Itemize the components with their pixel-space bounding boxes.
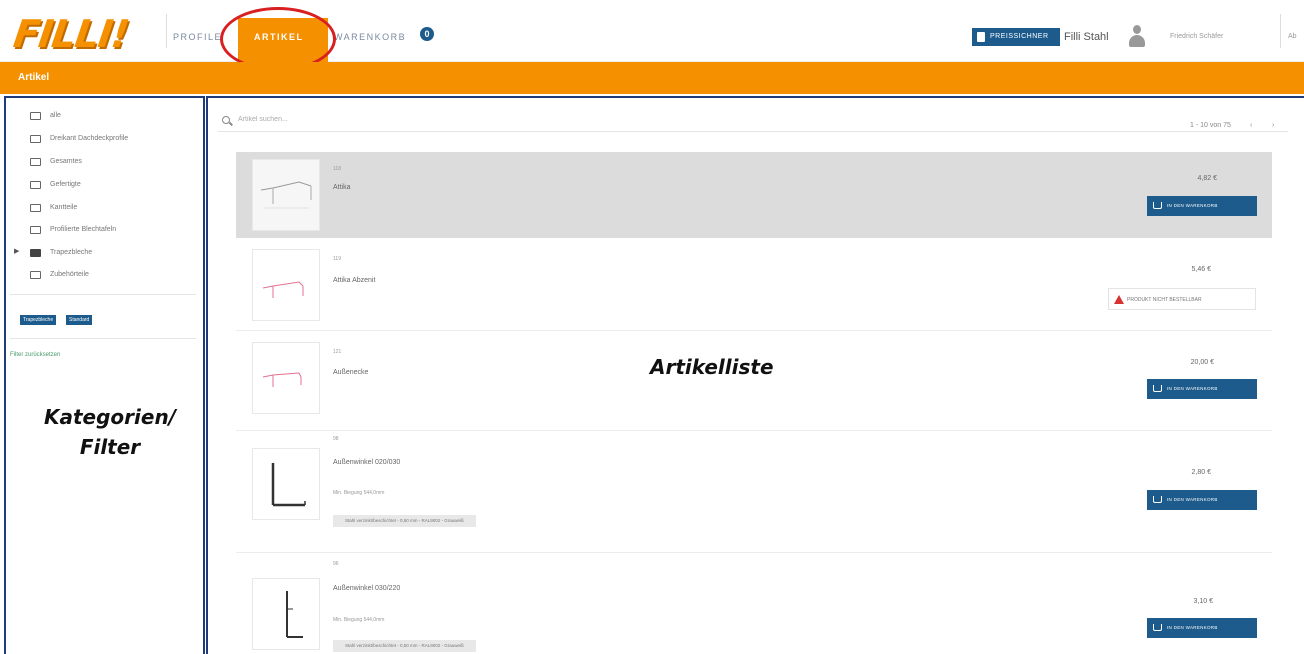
price-calculator-button[interactable]: PREISSICHNER bbox=[972, 28, 1060, 46]
prev-page-button[interactable]: ‹ bbox=[1250, 122, 1252, 129]
annotation-line: Kategorien/ bbox=[43, 405, 176, 429]
cart-icon bbox=[1153, 202, 1162, 209]
item-number: 98 bbox=[333, 436, 339, 442]
item-min-bend: Min. Biegung 544,0mm bbox=[333, 490, 385, 496]
add-to-cart-button[interactable]: IN DEN WARENKORB bbox=[1147, 379, 1257, 399]
item-min-bend: Min. Biegung 544,0mm bbox=[333, 617, 385, 623]
folder-icon bbox=[30, 226, 41, 234]
add-to-cart-label: IN DEN WARENKORB bbox=[1167, 203, 1218, 208]
item-name[interactable]: Außenwinkel 020/030 bbox=[333, 459, 400, 466]
tab-warenkorb[interactable]: WARENKORB bbox=[334, 32, 406, 42]
item-material-note: Stahl verzinkt/beschichtet - 0,50 mm - R… bbox=[333, 515, 476, 527]
price-calculator-label: PREISSICHNER bbox=[990, 33, 1049, 40]
cart-icon bbox=[1153, 385, 1162, 392]
reset-filter-link[interactable]: Filter zurücksetzen bbox=[10, 352, 60, 358]
cart-count-badge: 0 bbox=[420, 27, 434, 41]
filli-logo[interactable]: FILLI! bbox=[11, 12, 131, 56]
not-orderable-label: PRODUKT NICHT BESTELLBAR bbox=[1127, 297, 1202, 303]
row-separator bbox=[236, 552, 1272, 553]
product-thumbnail[interactable] bbox=[252, 249, 320, 321]
category-label: Trapezbleche bbox=[50, 249, 93, 256]
next-page-button[interactable]: › bbox=[1272, 122, 1274, 129]
folder-filled-icon bbox=[30, 249, 41, 257]
not-orderable-notice: PRODUKT NICHT BESTELLBAR bbox=[1108, 288, 1256, 310]
category-label: Profilierte Blechtafeln bbox=[50, 226, 117, 233]
avatar-head bbox=[1133, 25, 1141, 34]
aussenwinkel-drawing-icon bbox=[271, 463, 306, 507]
section-title: Artikel bbox=[18, 72, 50, 83]
add-to-cart-button[interactable]: IN DEN WARENKORB bbox=[1147, 196, 1257, 216]
category-label: alle bbox=[50, 112, 61, 119]
cart-icon bbox=[1153, 496, 1162, 503]
row-separator bbox=[236, 430, 1272, 431]
logout-link[interactable]: Ab bbox=[1288, 33, 1297, 40]
item-number: 96 bbox=[333, 561, 339, 567]
user-avatar-icon[interactable] bbox=[1128, 25, 1146, 47]
item-price: 4,82 € bbox=[1197, 175, 1217, 182]
aussenecke-drawing-icon bbox=[262, 372, 302, 387]
folder-icon bbox=[30, 135, 41, 143]
folder-icon bbox=[30, 181, 41, 189]
article-search-input[interactable] bbox=[238, 112, 638, 126]
sidebar-divider bbox=[10, 294, 196, 295]
category-label: Dreikant Dachdeckprofile bbox=[50, 135, 129, 142]
expand-arrow-icon[interactable]: ▶ bbox=[14, 247, 19, 255]
item-price: 2,80 € bbox=[1191, 469, 1211, 476]
item-name[interactable]: Attika Abzenit bbox=[333, 277, 375, 284]
item-name[interactable]: Außenecke bbox=[333, 369, 368, 376]
add-to-cart-label: IN DEN WARENKORB bbox=[1167, 497, 1218, 502]
warning-icon bbox=[1114, 295, 1124, 304]
attika-drawing-icon bbox=[260, 181, 312, 209]
topbar-divider bbox=[1280, 14, 1281, 48]
add-to-cart-label: IN DEN WARENKORB bbox=[1167, 386, 1218, 391]
add-to-cart-button[interactable]: IN DEN WARENKORB bbox=[1147, 490, 1257, 510]
item-material-note: Stahl verzinkt/beschichtet - 0,50 mm - R… bbox=[333, 640, 476, 652]
user-name[interactable]: Friedrich Schäfer bbox=[1170, 33, 1223, 40]
annotation-line: Filter bbox=[79, 435, 141, 459]
item-price: 5,46 € bbox=[1191, 266, 1211, 273]
article-list-annotation: Artikelliste bbox=[650, 355, 774, 379]
add-to-cart-label: IN DEN WARENKORB bbox=[1167, 625, 1218, 630]
category-label: Gefertigte bbox=[50, 181, 81, 188]
categories-annotation: Kategorien/ Filter bbox=[20, 402, 200, 462]
item-price: 20,00 € bbox=[1190, 359, 1214, 366]
product-thumbnail[interactable] bbox=[252, 578, 320, 650]
search-icon bbox=[222, 116, 230, 124]
filter-tag-trapezbleche[interactable]: Trapezbleche bbox=[20, 315, 57, 325]
item-name[interactable]: Attika bbox=[333, 184, 351, 191]
avatar-body bbox=[1129, 35, 1145, 47]
product-thumbnail[interactable] bbox=[252, 159, 320, 231]
pagination-range: 1 - 10 von 75 bbox=[1190, 122, 1231, 129]
item-price: 3,10 € bbox=[1193, 598, 1213, 605]
folder-icon bbox=[30, 112, 41, 120]
category-label: Kantteile bbox=[50, 204, 78, 211]
folder-icon bbox=[30, 271, 41, 279]
add-to-cart-button[interactable]: IN DEN WARENKORB bbox=[1147, 618, 1257, 638]
row-separator bbox=[236, 330, 1272, 331]
filter-tag-standard[interactable]: Standard bbox=[66, 315, 93, 325]
item-number: 121 bbox=[333, 349, 342, 355]
top-navigation-bar: FILLI! PROFILE ARTIKEL WARENKORB 0 PREIS… bbox=[0, 0, 1304, 71]
folder-icon bbox=[30, 158, 41, 166]
company-name: Filli Stahl bbox=[1064, 31, 1109, 43]
category-label: Gesamtes bbox=[50, 158, 82, 165]
item-number: 119 bbox=[333, 256, 341, 262]
item-name[interactable]: Außenwinkel 030/220 bbox=[333, 585, 400, 592]
product-thumbnail[interactable] bbox=[252, 342, 320, 414]
section-header: Artikel bbox=[0, 62, 1304, 94]
sidebar-divider bbox=[10, 338, 196, 339]
aussenwinkel-drawing-icon bbox=[286, 591, 303, 638]
product-thumbnail[interactable] bbox=[252, 448, 320, 520]
calculator-icon bbox=[977, 32, 985, 42]
categories-annotation-frame bbox=[4, 96, 205, 654]
search-underline bbox=[218, 131, 1288, 132]
cart-icon bbox=[1153, 624, 1162, 631]
list-item-attika[interactable] bbox=[236, 152, 1272, 238]
item-number: 118 bbox=[333, 166, 341, 172]
category-label: Zubehörteile bbox=[50, 271, 89, 278]
folder-icon bbox=[30, 204, 41, 212]
attika-abzenit-drawing-icon bbox=[262, 281, 304, 298]
tab-profile[interactable]: PROFILE bbox=[173, 32, 222, 42]
nav-divider bbox=[166, 14, 167, 48]
